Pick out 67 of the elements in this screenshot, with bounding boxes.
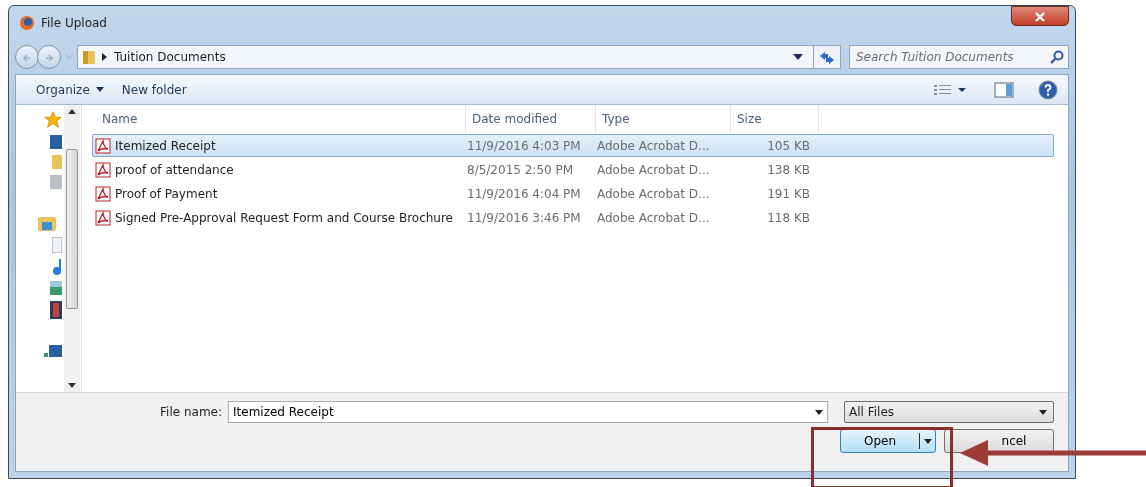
open-button[interactable]: Open (840, 429, 936, 453)
help-icon[interactable] (1038, 79, 1058, 100)
new-folder-button[interactable]: New folder (119, 78, 189, 101)
star-icon[interactable] (44, 111, 62, 129)
file-row[interactable]: Proof of Payment 11/9/2016 4:04 PM Adobe Acrobat D... 191 KB (92, 182, 1054, 205)
column-header[interactable]: Type (602, 110, 630, 128)
folder-icon (82, 49, 96, 65)
file-type: Adobe Acrobat D... (597, 186, 710, 201)
refresh-button[interactable] (813, 45, 841, 69)
file-date: 11/9/2016 4:04 PM (467, 186, 581, 201)
scroll-up-icon[interactable] (68, 109, 76, 114)
close-icon (1034, 11, 1046, 22)
forward-button[interactable] (37, 45, 61, 69)
file-row[interactable]: proof of attendance 8/5/2015 2:50 PM Adobe Acrobat D... 138 KB (92, 158, 1054, 181)
file-name-label: File name: (160, 404, 222, 421)
column-header[interactable]: Date modified (472, 110, 558, 128)
file-row[interactable]: Signed Pre-Approval Request Form and Course Brochure 11/9/2016 3:46 PM Adobe Acrobat D... 118 KB (92, 206, 1054, 229)
back-arrow-icon (21, 51, 33, 64)
film-icon[interactable] (50, 301, 62, 319)
preview-pane-icon[interactable] (994, 81, 1014, 98)
pdf-file-icon (95, 137, 111, 154)
pdf-file-icon (95, 209, 111, 226)
file-size: 118 KB (767, 210, 810, 225)
file-name: Proof of Payment (115, 185, 218, 203)
caret-icon (923, 438, 932, 444)
file-type: Adobe Acrobat D... (597, 210, 710, 225)
pdf-file-icon (95, 161, 111, 178)
file-type-dropdown[interactable]: All Files (844, 401, 1054, 423)
column-header[interactable]: Size (737, 110, 762, 128)
dropdown-arrow-icon[interactable] (815, 409, 823, 415)
scroll-down-icon[interactable] (68, 383, 76, 388)
close-button[interactable] (1011, 6, 1069, 26)
forward-arrow-icon (43, 51, 55, 64)
file-row[interactable]: Itemized Receipt 11/9/2016 4:03 PM Adobe Acrobat D... 105 KB (92, 134, 1054, 157)
window-title: File Upload (41, 15, 107, 32)
search-icon (1050, 50, 1064, 64)
back-button[interactable] (15, 45, 39, 69)
music-icon[interactable] (52, 259, 62, 275)
library-icon[interactable] (38, 215, 56, 231)
chevron-icon (102, 53, 108, 61)
file-size: 191 KB (767, 186, 810, 201)
file-name: Itemized Receipt (115, 137, 216, 155)
caret-icon (95, 87, 104, 92)
organize-menu[interactable]: Organize (34, 78, 106, 101)
file-date: 8/5/2015 2:50 PM (467, 162, 574, 177)
file-name: Signed Pre-Approval Request Form and Course Brochure (115, 209, 453, 227)
file-type: Adobe Acrobat D... (597, 162, 710, 177)
dropdown-arrow-icon[interactable] (793, 54, 803, 60)
document-icon[interactable] (52, 237, 62, 253)
scrollbar-thumb[interactable] (66, 148, 78, 309)
file-name: proof of attendance (115, 161, 234, 179)
search-field[interactable]: Search Tuition Documents (854, 46, 1050, 68)
caret-icon (1039, 409, 1047, 415)
column-header[interactable]: Name (102, 110, 138, 128)
refresh-icon (819, 50, 835, 65)
file-size: 105 KB (767, 138, 810, 153)
breadcrumb-item[interactable]: Tuition Documents (114, 48, 226, 66)
file-date: 11/9/2016 4:03 PM (467, 138, 581, 153)
file-size: 138 KB (767, 162, 810, 177)
search-box[interactable]: Search Tuition Documents (849, 45, 1069, 69)
browser-icon (19, 15, 35, 31)
file-date: 11/9/2016 3:46 PM (467, 210, 581, 225)
pdf-file-icon (95, 185, 111, 202)
image-icon[interactable] (50, 281, 62, 295)
address-bar[interactable]: Tuition Documents (77, 45, 814, 69)
file-type: Adobe Acrobat D... (597, 138, 710, 153)
view-options-icon[interactable] (934, 83, 966, 96)
